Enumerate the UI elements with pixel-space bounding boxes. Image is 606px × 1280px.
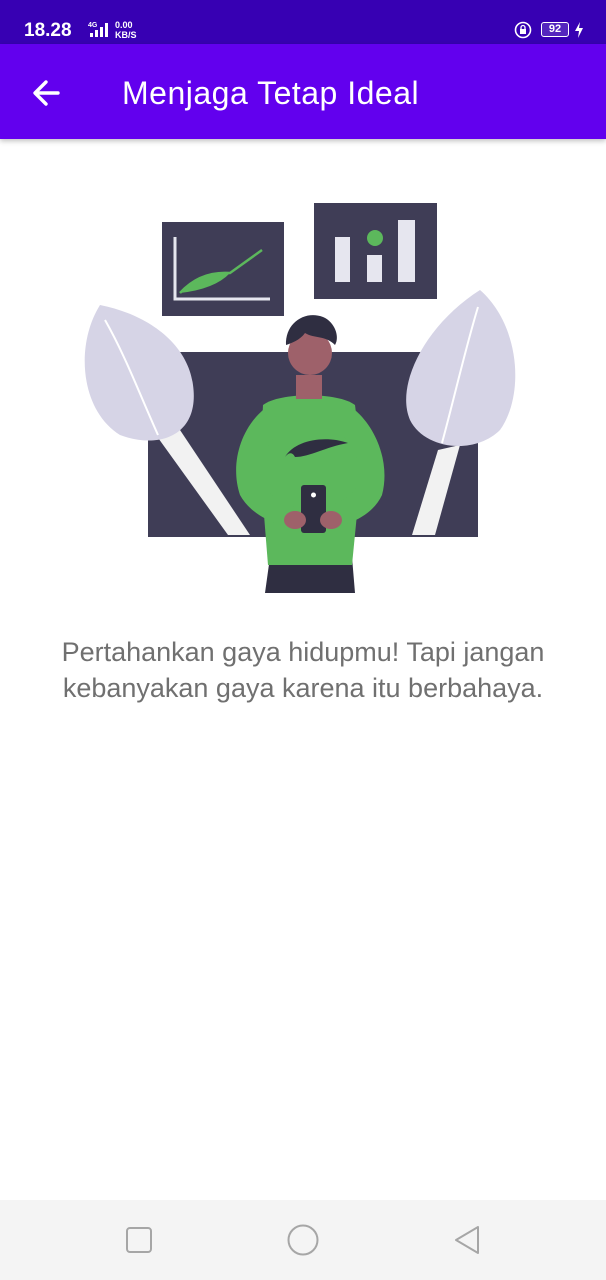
battery-indicator: 92 bbox=[541, 22, 569, 37]
status-time: 18.28 bbox=[24, 20, 72, 41]
app-bar: Menjaga Tetap Ideal bbox=[0, 44, 606, 139]
status-bar: 18.28 4G 0.00 KB/S 92 bbox=[0, 0, 606, 44]
person-with-phone-illustration bbox=[84, 203, 516, 593]
circle-home-icon[interactable] bbox=[285, 1222, 321, 1258]
page-title: Menjaga Tetap Ideal bbox=[122, 75, 420, 111]
signal-icon: 4G bbox=[88, 22, 108, 37]
arrow-left-icon[interactable] bbox=[28, 74, 66, 112]
caption-line-2: kebanyakan gaya karena itu berbahaya. bbox=[62, 673, 544, 703]
triangle-back-icon[interactable] bbox=[450, 1222, 486, 1258]
caption-line-1: Pertahankan gaya hidupmu! Tapi jangan bbox=[61, 637, 545, 667]
rotation-lock-icon bbox=[514, 21, 532, 39]
net-speed-value: 0.00 bbox=[115, 20, 133, 30]
network-type-label: 4G bbox=[88, 22, 98, 29]
motivation-caption: Pertahankan gaya hidupmu! Tapi jangan ke… bbox=[20, 634, 586, 706]
navigation-bar bbox=[0, 1200, 606, 1280]
net-speed: 0.00 KB/S bbox=[115, 20, 137, 40]
charging-icon bbox=[575, 22, 583, 38]
square-recent-apps-icon[interactable] bbox=[121, 1222, 157, 1258]
net-speed-unit: KB/S bbox=[115, 30, 137, 40]
